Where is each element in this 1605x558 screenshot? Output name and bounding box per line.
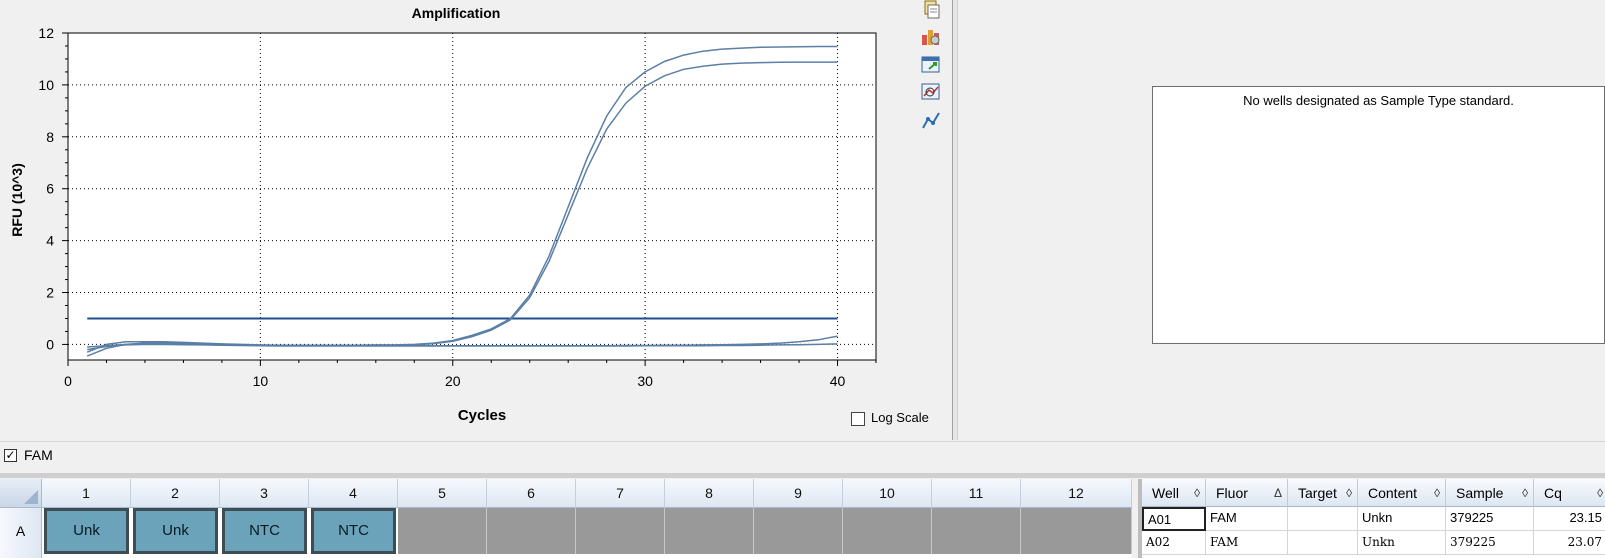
plate-well[interactable]: NTC [222,508,307,554]
y-axis-label: RFU (10^3) [9,163,25,237]
table-cell[interactable]: 23.07 [1534,531,1605,555]
y-tick-label: 8 [46,129,54,145]
plate-column-header[interactable]: 1 [42,479,131,508]
plate-well[interactable]: Unk [133,508,218,554]
plate-column-header[interactable]: 6 [487,479,576,508]
sort-indicator-icon[interactable]: Δ [1274,479,1282,507]
plate-column-header[interactable]: 4 [309,479,398,508]
sort-indicator-icon[interactable]: ◊ [1346,479,1352,507]
plate-column-header[interactable]: 12 [1021,479,1132,508]
x-tick-label: 40 [830,373,846,389]
plate-well[interactable]: Unk [44,508,129,554]
standard-curve-message: No wells designated as Sample Type stand… [1243,93,1514,108]
plate-column-header[interactable]: 9 [754,479,843,508]
table-cell[interactable]: 379225 [1446,531,1534,555]
plate-well[interactable] [843,508,932,554]
plate-well[interactable]: NTC [311,508,396,554]
zoom-chart-icon[interactable] [921,82,941,102]
plate-column-header[interactable]: 10 [843,479,932,508]
table-cell[interactable]: 379225 [1446,507,1534,531]
column-header-content[interactable]: Content ◊ [1358,479,1446,507]
y-tick-label: 0 [46,336,54,352]
amplification-chart-panel: Amplification Cycles RFU (10^3) 0 10 20 30 4… [0,0,950,440]
export-icon[interactable] [921,55,941,75]
table-cell[interactable]: FAM [1206,507,1288,531]
plate-well[interactable] [1021,508,1132,554]
table-cell[interactable] [1288,507,1358,531]
amplification-chart: Amplification Cycles RFU (10^3) 0 10 20 30 4… [9,5,877,424]
plate-well[interactable] [487,508,576,554]
chart-options-icon[interactable] [921,27,941,47]
table-cell[interactable]: Unkn [1358,507,1446,531]
column-header-label: Sample [1456,485,1504,501]
plate-row-header[interactable]: A [0,508,42,558]
column-header-label: Content [1368,485,1418,501]
plate-well[interactable] [754,508,843,554]
fam-label: FAM [24,447,53,463]
chart-title: Amplification [412,5,501,21]
x-axis-label: Cycles [458,407,506,424]
fam-checkbox[interactable]: ✓ [4,449,17,462]
column-header-label: Fluor [1216,485,1248,501]
sort-indicator-icon[interactable]: ◊ [1597,479,1603,507]
table-cell[interactable]: A02 [1142,531,1206,555]
log-scale-checkbox[interactable] [851,412,865,426]
column-header-cq[interactable]: Cq ◊ [1534,479,1605,507]
y-tick-label: 12 [38,25,54,41]
plot-area [67,32,877,361]
standard-curve-box: No wells designated as Sample Type stand… [1152,86,1605,344]
y-tick-label: 2 [46,285,54,301]
plate-column-header[interactable]: 3 [220,479,309,508]
plate-column-header[interactable]: 5 [398,479,487,508]
table-cell[interactable]: FAM [1206,531,1288,555]
results-table: Well ◊ Fluor Δ Target ◊ Content ◊ Sample ◊ Cq ◊ A01 F… [1138,479,1605,558]
vertical-splitter[interactable] [952,0,958,440]
table-cell[interactable]: A01 [1142,507,1206,531]
column-header-sample[interactable]: Sample ◊ [1446,479,1534,507]
column-header-label: Target [1298,485,1337,501]
copy-icon[interactable] [921,0,941,20]
plate-column-header[interactable]: 7 [576,479,665,508]
plate-well[interactable] [398,508,487,554]
x-tick-label: 10 [253,373,269,389]
plate-column-header[interactable]: 11 [932,479,1021,508]
plate-well[interactable] [932,508,1021,554]
plate-well[interactable] [576,508,665,554]
y-tick-label: 6 [46,181,54,197]
x-tick-label: 0 [64,373,72,389]
sort-indicator-icon[interactable]: ◊ [1522,479,1528,507]
x-tick-label: 30 [637,373,653,389]
plate-column-header[interactable]: 2 [131,479,220,508]
table-cell[interactable]: Unkn [1358,531,1446,555]
trace-style-icon[interactable] [921,111,941,131]
table-cell[interactable] [1288,531,1358,555]
fluor-filter-bar: ✓ FAM [0,441,1605,472]
column-header-label: Well [1152,485,1179,501]
y-tick-label: 10 [38,77,54,93]
horizontal-splitter[interactable] [0,473,1605,478]
plate-well[interactable] [665,508,754,554]
sort-indicator-icon[interactable]: ◊ [1194,479,1200,507]
column-header-target[interactable]: Target ◊ [1288,479,1358,507]
x-tick-label: 20 [445,373,461,389]
column-header-fluor[interactable]: Fluor Δ [1206,479,1288,507]
column-header-well[interactable]: Well ◊ [1142,479,1206,507]
table-cell[interactable]: 23.15 [1534,507,1605,531]
sort-indicator-icon[interactable]: ◊ [1434,479,1440,507]
plate-view: 1 Unk 2 Unk 3 NTC 4 NTC 5 6 7 8 9 10 11 12 A [0,479,1132,558]
plate-column-header[interactable]: 8 [665,479,754,508]
log-scale-label: Log Scale [871,410,929,425]
y-tick-label: 4 [46,233,54,249]
column-header-label: Cq [1544,485,1562,501]
plate-select-all[interactable] [0,479,42,508]
